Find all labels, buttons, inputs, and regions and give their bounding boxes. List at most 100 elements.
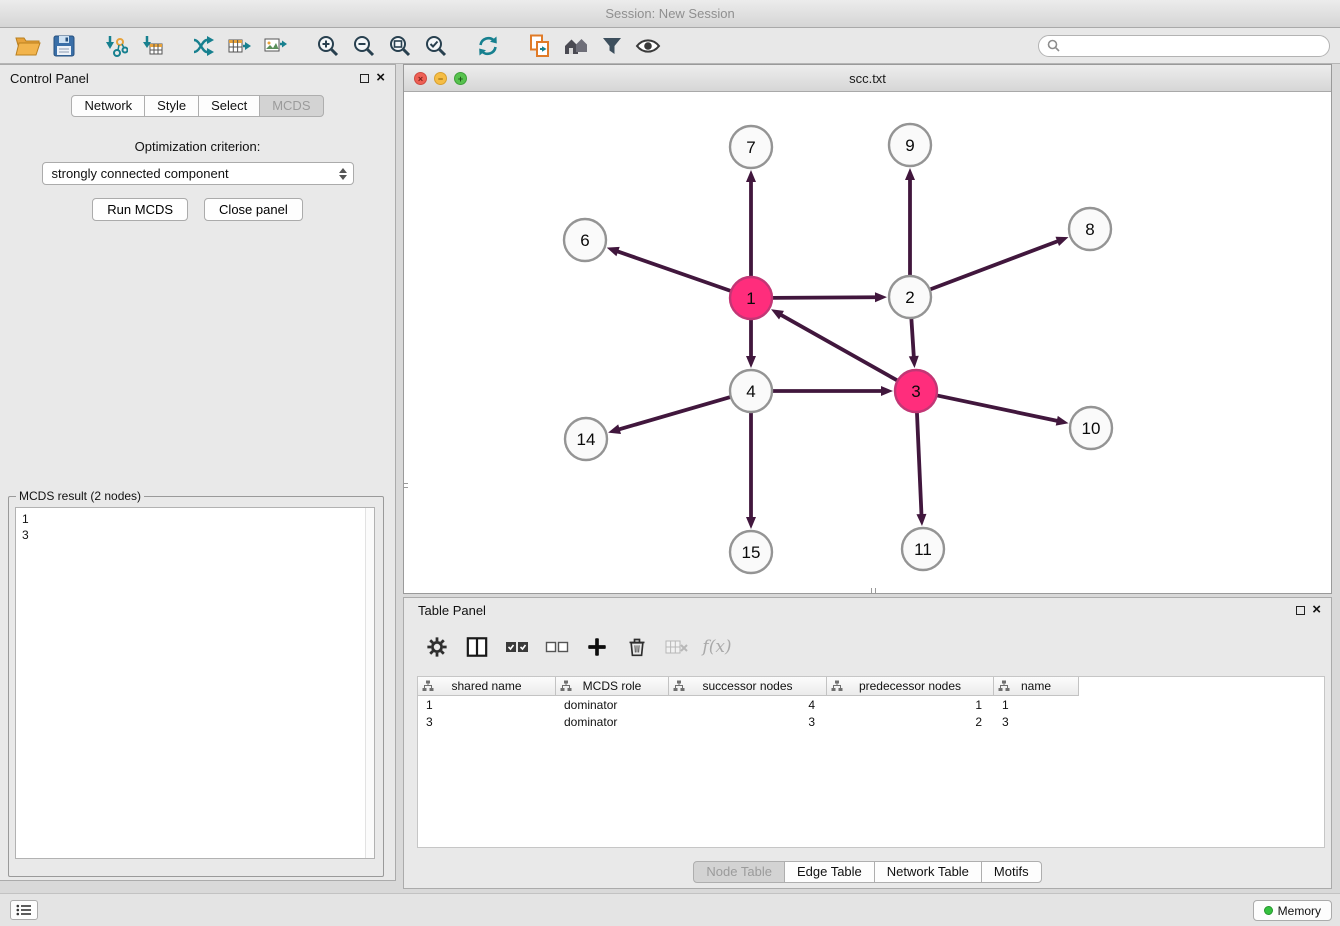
- graph-edge-1-6[interactable]: [618, 252, 730, 291]
- split-columns-button[interactable]: [464, 634, 490, 660]
- graph-node-1[interactable]: 1: [730, 277, 772, 319]
- status-bar: Memory: [0, 893, 1340, 926]
- graph-node-10[interactable]: 10: [1070, 407, 1112, 449]
- graph-edge-3-10[interactable]: [938, 396, 1057, 421]
- float-panel-icon[interactable]: [360, 74, 369, 83]
- network-canvas[interactable]: 1 2 3 4 6 7 8 9 10 11 14 15: [404, 92, 1331, 593]
- zoom-in-button[interactable]: [310, 31, 346, 61]
- delete-table-button[interactable]: [664, 634, 690, 660]
- select-all-button[interactable]: [504, 634, 530, 660]
- run-mcds-button[interactable]: Run MCDS: [92, 198, 188, 221]
- deselect-all-button[interactable]: [544, 634, 570, 660]
- delete-row-button[interactable]: [624, 634, 650, 660]
- column-header-predecessor-nodes[interactable]: predecessor nodes: [827, 677, 994, 696]
- graph-node-2[interactable]: 2: [889, 276, 931, 318]
- refresh-layout-button[interactable]: [470, 31, 506, 61]
- tab-select[interactable]: Select: [198, 95, 260, 117]
- show-graphics-button[interactable]: [630, 31, 666, 61]
- cell-shared-name[interactable]: 3: [418, 715, 556, 729]
- graph-edge-arrow-icon: [746, 517, 756, 529]
- cell-shared-name[interactable]: 1: [418, 698, 556, 712]
- graph-edge-3-11[interactable]: [917, 413, 921, 514]
- close-panel-button[interactable]: Close panel: [204, 198, 303, 221]
- window-minimize-button[interactable]: −: [434, 72, 447, 85]
- graph-edge-2-8[interactable]: [931, 241, 1058, 289]
- zoom-selected-button[interactable]: [418, 31, 454, 61]
- zoom-out-button[interactable]: [346, 31, 382, 61]
- window-close-button[interactable]: ×: [414, 72, 427, 85]
- open-session-button[interactable]: [10, 31, 46, 61]
- open-folder-icon: [15, 35, 41, 57]
- search-input[interactable]: [1065, 39, 1321, 53]
- add-row-button[interactable]: [584, 634, 610, 660]
- graph-edge-3-1[interactable]: [781, 315, 896, 380]
- result-scrollbar[interactable]: [365, 508, 374, 858]
- export-table-button[interactable]: [222, 31, 258, 61]
- tab-node-table[interactable]: Node Table: [693, 861, 785, 883]
- graph-node-8[interactable]: 8: [1069, 208, 1111, 250]
- graph-node-14[interactable]: 14: [565, 418, 607, 460]
- network-graph[interactable]: 1 2 3 4 6 7 8 9 10 11 14 15: [404, 92, 1331, 593]
- zoom-fit-button[interactable]: [382, 31, 418, 61]
- horizontal-split-handle[interactable]: [860, 588, 886, 593]
- cell-name[interactable]: 3: [994, 715, 1079, 729]
- column-sort-icon[interactable]: [422, 680, 434, 692]
- filter-button[interactable]: [594, 31, 630, 61]
- tab-network-table[interactable]: Network Table: [874, 861, 982, 883]
- tab-style[interactable]: Style: [144, 95, 199, 117]
- save-session-button[interactable]: [46, 31, 82, 61]
- close-table-panel-icon[interactable]: ×: [1312, 604, 1321, 616]
- cell-name[interactable]: 1: [994, 698, 1079, 712]
- function-builder-button[interactable]: f(x): [704, 634, 730, 660]
- vertical-split-handle[interactable]: [403, 472, 408, 498]
- table-panel-tabs: Node Table Edge Table Network Table Moti…: [404, 861, 1331, 883]
- export-image-button[interactable]: [258, 31, 294, 61]
- graph-node-6[interactable]: 6: [564, 219, 606, 261]
- home-button[interactable]: [558, 31, 594, 61]
- graph-edge-4-14[interactable]: [620, 397, 730, 429]
- tab-network[interactable]: Network: [71, 95, 145, 117]
- cell-mcds-role[interactable]: dominator: [556, 698, 669, 712]
- column-header-successor-nodes[interactable]: successor nodes: [669, 677, 827, 696]
- graph-node-4[interactable]: 4: [730, 370, 772, 412]
- search-box[interactable]: [1038, 35, 1330, 57]
- cell-successor-nodes[interactable]: 4: [669, 698, 827, 712]
- criterion-select[interactable]: strongly connected component: [42, 162, 354, 185]
- column-header-name[interactable]: name: [994, 677, 1079, 696]
- column-sort-icon[interactable]: [560, 680, 572, 692]
- cell-predecessor-nodes[interactable]: 2: [827, 715, 994, 729]
- memory-button[interactable]: Memory: [1253, 900, 1332, 921]
- graph-edge-2-3[interactable]: [911, 319, 913, 356]
- column-sort-icon[interactable]: [831, 680, 843, 692]
- table-row[interactable]: 1 dominator 4 1 1: [418, 696, 1324, 713]
- column-header-mcds-role[interactable]: MCDS role: [556, 677, 669, 696]
- graph-node-9[interactable]: 9: [889, 124, 931, 166]
- column-header-shared-name[interactable]: shared name: [418, 677, 556, 696]
- cell-predecessor-nodes[interactable]: 1: [827, 698, 994, 712]
- save-icon: [53, 35, 75, 57]
- graph-node-15[interactable]: 15: [730, 531, 772, 573]
- graph-node-7[interactable]: 7: [730, 126, 772, 168]
- tab-motifs[interactable]: Motifs: [981, 861, 1042, 883]
- window-maximize-button[interactable]: +: [454, 72, 467, 85]
- mcds-result-box[interactable]: 1 3: [15, 507, 375, 859]
- task-history-button[interactable]: [10, 900, 38, 920]
- cell-mcds-role[interactable]: dominator: [556, 715, 669, 729]
- table-settings-button[interactable]: [424, 634, 450, 660]
- export-network-button[interactable]: [186, 31, 222, 61]
- cell-successor-nodes[interactable]: 3: [669, 715, 827, 729]
- import-table-button[interactable]: [134, 31, 170, 61]
- column-sort-icon[interactable]: [998, 680, 1010, 692]
- column-sort-icon[interactable]: [673, 680, 685, 692]
- float-table-panel-icon[interactable]: [1296, 606, 1305, 615]
- copy-network-button[interactable]: [522, 31, 558, 61]
- tab-mcds[interactable]: MCDS: [259, 95, 323, 117]
- tab-edge-table[interactable]: Edge Table: [784, 861, 875, 883]
- network-window-titlebar[interactable]: × − + scc.txt: [404, 65, 1331, 92]
- graph-node-3[interactable]: 3: [895, 370, 937, 412]
- close-panel-icon[interactable]: ×: [376, 72, 385, 84]
- graph-node-11[interactable]: 11: [902, 528, 944, 570]
- table-row[interactable]: 3 dominator 3 2 3: [418, 713, 1324, 730]
- graph-edge-1-2[interactable]: [773, 297, 875, 298]
- import-network-button[interactable]: [98, 31, 134, 61]
